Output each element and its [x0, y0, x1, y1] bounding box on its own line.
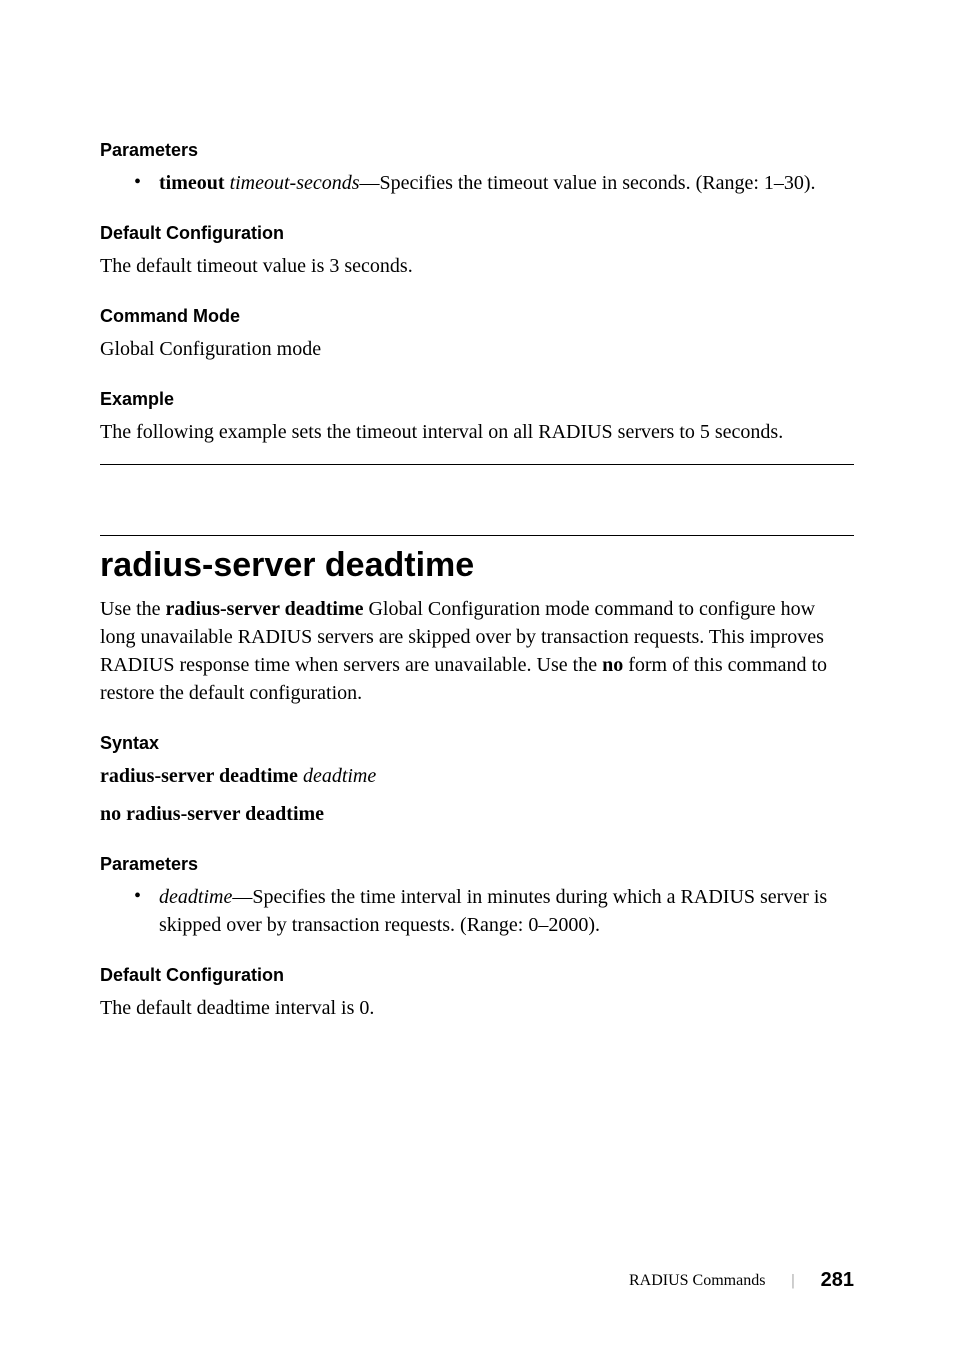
bullet-italic-2: deadtime: [159, 886, 232, 908]
parameters-heading-2: Parameters: [100, 854, 854, 875]
parameter-bullet-text: timeout timeout-seconds—Specifies the ti…: [159, 169, 816, 197]
footer-page-number: 281: [821, 1269, 854, 1292]
parameter-bullet-row: • timeout timeout-seconds—Specifies the …: [134, 169, 854, 197]
bullet-dot-icon: •: [134, 169, 141, 195]
default-config-text: The default timeout value is 3 seconds.: [100, 252, 854, 280]
default-config-text-2: The default deadtime interval is 0.: [100, 994, 854, 1022]
command-mode-heading: Command Mode: [100, 306, 854, 327]
default-config-heading: Default Configuration: [100, 223, 854, 244]
parameter-bullet-row-2: • deadtime—Specifies the time interval i…: [134, 883, 854, 939]
bullet-italic: timeout-seconds: [230, 172, 360, 194]
bullet-rest-2: —Specifies the time interval in minutes …: [159, 886, 827, 936]
example-text: The following example sets the timeout i…: [100, 418, 854, 446]
footer-chapter: RADIUS Commands: [629, 1272, 765, 1290]
divider-line: [100, 535, 854, 536]
page-footer: RADIUS Commands | 281: [629, 1269, 854, 1292]
default-config-heading-2: Default Configuration: [100, 965, 854, 986]
bullet-rest: —Specifies the timeout value in seconds.…: [360, 172, 816, 194]
divider-line: [100, 464, 854, 465]
syntax-line-2: no radius-server deadtime: [100, 800, 854, 828]
example-heading: Example: [100, 389, 854, 410]
command-mode-text: Global Configuration mode: [100, 335, 854, 363]
parameters-heading: Parameters: [100, 140, 854, 161]
bullet-dot-icon: •: [134, 883, 141, 909]
command-description: Use the radius-server deadtime Global Co…: [100, 595, 854, 707]
footer-separator-icon: |: [791, 1272, 794, 1290]
syntax-heading: Syntax: [100, 733, 854, 754]
parameter-bullet-text-2: deadtime—Specifies the time interval in …: [159, 883, 854, 939]
bullet-bold: timeout: [159, 172, 225, 194]
command-title: radius-server deadtime: [100, 546, 854, 585]
syntax-line-1: radius-server deadtime deadtime: [100, 762, 854, 790]
